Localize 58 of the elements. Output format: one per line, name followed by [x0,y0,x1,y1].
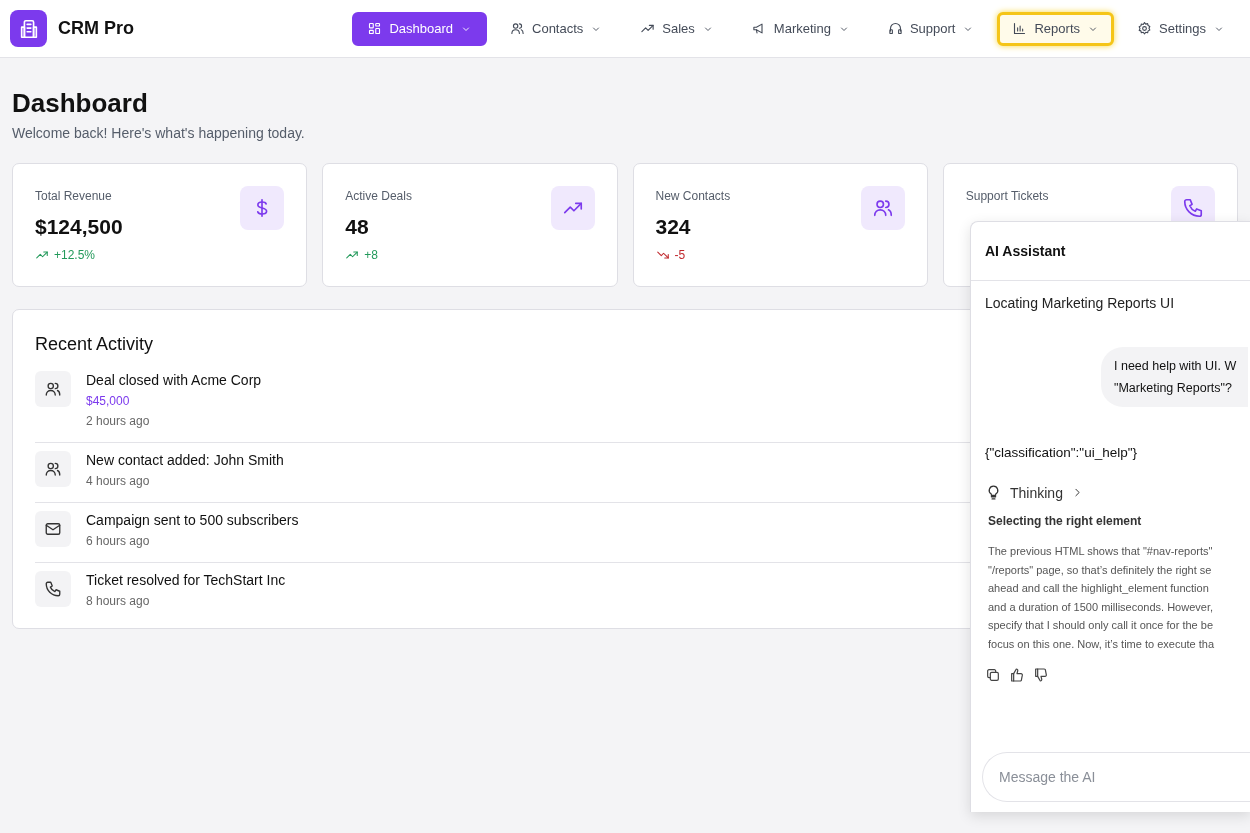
headphones-icon [887,21,903,36]
mail-icon [44,520,62,538]
activity-title: Deal closed with Acme Corp [86,372,262,388]
thumbs-down-icon [1033,667,1049,683]
activity-time: 8 hours ago [86,594,151,608]
bar-chart-icon [1012,21,1028,36]
thumbs-down-button[interactable] [1033,667,1049,683]
app-name: CRM Pro [58,18,134,39]
user-message: I need help with UI. W "Marketing Reports"? [1101,347,1249,407]
activity-time: 2 hours ago [86,414,151,428]
nav-tab[interactable]: Marketing [736,11,865,46]
activity-amount: $45,000 [86,394,131,408]
thumbs-up-button[interactable] [1009,667,1025,683]
nav-tab[interactable]: Contacts [495,11,618,46]
nav-tab[interactable]: Reports [997,11,1114,46]
activity-title: Ticket resolved for TechStart Inc [86,572,286,588]
trend-up-icon [345,248,360,262]
nav-tab[interactable]: Sales [625,11,729,46]
stat-label: Total Revenue [35,189,113,203]
thinking-toggle[interactable]: Thinking [985,484,1084,501]
section-title: Recent Activity [35,334,155,355]
settings-icon [1137,21,1152,36]
nav-tab[interactable]: Dashboard [352,11,487,46]
trend-up-icon [35,248,49,262]
change-value: +8 [364,248,378,262]
thinking-heading: Selecting the right element [988,514,1143,528]
people-icon [871,197,894,219]
phone-icon [1182,197,1204,219]
change-value: +12.5% [54,248,96,262]
copy-icon [985,667,1001,683]
phone-icon [44,580,62,598]
assistant-message: {"classification":"ui_help"} [985,445,1138,460]
thinking-text: The previous HTML shows that "#nav-reports" "/reports" page, so that’s definitely the right se ahead and call the highlight_element function and a duration of 1500 milliseconds. However, specify that I should only call it once for the be focus on this one. Now, it’s time to execute tha [988,544,1215,652]
people-icon [510,21,525,36]
copy-button[interactable] [985,667,1001,683]
stat-value: $124,500 [35,215,123,239]
activity-title: Campaign sent to 500 subscribers [86,512,299,528]
stat-label: Active Deals [345,189,412,203]
stat-label: New Contacts [655,189,731,203]
stat-value: 48 [345,215,370,239]
thumbs-up-icon [1009,667,1025,683]
activity-time: 4 hours ago [86,474,151,488]
change-value: -5 [674,248,686,262]
grid-icon [367,21,383,36]
people-icon [44,380,62,398]
activity-time: 6 hours ago [86,534,151,548]
panel-title: AI Assistant [985,243,1066,259]
people-icon [44,460,62,478]
stat-value: 324 [655,215,692,239]
stat-label: Support Tickets [965,189,1049,203]
activity-title: New contact added: John Smith [86,452,284,468]
chat-topic: Locating Marketing Reports UI [985,295,1176,311]
page-subtitle: Welcome back! Here's what's happening today. [12,125,306,141]
nav-tab[interactable]: Settings [1122,11,1240,46]
page-title: Dashboard [12,88,149,119]
trend-down-icon [655,248,670,262]
message-field[interactable]: Message the AI [982,752,1250,802]
nav-tab[interactable]: Support [872,11,990,46]
